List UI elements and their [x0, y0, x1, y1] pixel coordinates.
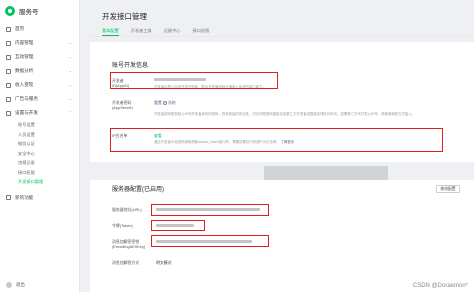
help-icon[interactable]: [162, 100, 167, 105]
sidebar-subitem-permissions[interactable]: 接口权限: [0, 168, 79, 178]
sidebar-item-label: 互动管理: [15, 54, 34, 59]
sidebar-item-home[interactable]: 首页: [0, 22, 79, 36]
encrypt-mode-value: 明文模式: [156, 260, 172, 265]
chevron-up-icon: ⌃: [68, 110, 72, 115]
tab-bar: 基本配置 开发者工具 运维中心 接口权限: [90, 24, 474, 37]
user-row[interactable]: 退出: [6, 282, 25, 288]
sidebar-subitem-dev-interface[interactable]: 开发接口管理: [0, 177, 79, 187]
highlight-appid: [110, 72, 278, 89]
sidebar-item-label: 新的功能: [15, 194, 34, 200]
tab-ops-center[interactable]: 运维中心: [164, 24, 181, 36]
highlight-aes-key: [151, 235, 269, 247]
page-title: 开发接口管理: [102, 12, 147, 21]
edit-config-button[interactable]: 修改配置: [436, 185, 460, 193]
home-icon: [6, 26, 11, 32]
sidebar-item-settings[interactable]: 设置与开发 ⌃: [0, 106, 79, 120]
highlight-server-url: [151, 204, 269, 216]
sidebar-item-label: 广告与服务: [15, 96, 38, 101]
highlight-token: [151, 220, 205, 231]
tab-api-permissions[interactable]: 接口权限: [192, 24, 209, 36]
sidebar-item-new-features[interactable]: 新的功能: [0, 191, 79, 205]
sidebar-item-label: 内容管理: [15, 40, 34, 45]
sidebar-subitem-verify[interactable]: 微信认证: [0, 139, 79, 149]
plus-icon: [6, 195, 11, 200]
money-icon: [6, 82, 11, 88]
chevron-down-icon: ⌄: [68, 54, 72, 59]
server-url-label: 服务器地址(URL): [112, 207, 142, 212]
sidebar-subitem-account[interactable]: 账号设置: [0, 120, 79, 130]
sidebar-item-monetize[interactable]: 收入变现 ⌄: [0, 78, 79, 92]
wechat-logo-icon: [5, 6, 15, 16]
encrypt-mode-label: 消息加解密方式: [112, 260, 140, 265]
brand-name: 服务号: [19, 9, 39, 16]
content-icon: [6, 40, 11, 46]
sidebar: 服务号 首页 内容管理 ⌄ 互动管理 ⌄ 数据分析 ⌄ 收入变现 ⌄ 广告与服务 ⌄ 设置…: [0, 0, 80, 292]
secret-note: 开发者密码是校验公众号开发者身份的密码，具有极高的安全性。切记勿把密码直接交给第…: [154, 112, 416, 116]
brand-logo[interactable]: 服务号: [0, 0, 79, 22]
highlight-ip-whitelist: [110, 128, 443, 152]
secret-label: 开发者密码(AppSecret): [112, 100, 133, 110]
section-title: 服务器配置(已启用): [112, 187, 164, 193]
tab-dev-tools[interactable]: 开发者工具: [131, 24, 152, 36]
sidebar-subitem-staff[interactable]: 人员设置: [0, 130, 79, 140]
watermark: CSDN @Doraemon*: [412, 283, 468, 289]
sidebar-item-ads[interactable]: 广告与服务 ⌄: [0, 92, 79, 106]
chevron-down-icon: ⌄: [68, 68, 72, 73]
ad-icon: [6, 96, 11, 102]
server-config-card: 服务器配置(已启用) 服务器地址(URL) 令牌(Token) 消息加解密密钥(…: [90, 180, 474, 292]
avatar: [6, 282, 12, 288]
sidebar-subitem-violations[interactable]: 违规记录: [0, 158, 79, 168]
reset-secret-link[interactable]: 重置: [154, 100, 162, 105]
sidebar-item-analytics[interactable]: 数据分析 ⌄: [0, 64, 79, 78]
aes-key-label: 消息加解密密钥(EncodingAESKey): [112, 239, 146, 249]
freeze-secret-link[interactable]: 冻结: [168, 100, 176, 105]
sidebar-item-label: 数据分析: [15, 68, 34, 73]
sidebar-subitem-security[interactable]: 安全中心: [0, 149, 79, 159]
logout-label: 退出: [16, 282, 25, 287]
sidebar-item-label: 收入变现: [15, 82, 34, 87]
chevron-down-icon: ⌄: [68, 96, 72, 101]
section-title: 账号开发信息: [112, 63, 149, 69]
sidebar-item-interaction[interactable]: 互动管理 ⌄: [0, 50, 79, 64]
gear-icon: [6, 110, 11, 116]
secret-actions: 重置 冻结: [154, 100, 176, 106]
sidebar-item-content[interactable]: 内容管理 ⌄: [0, 36, 79, 50]
chevron-down-icon: ⌄: [68, 40, 72, 45]
toast-banner: [264, 166, 388, 180]
chevron-down-icon: ⌄: [68, 82, 72, 87]
token-label: 令牌(Token): [112, 223, 133, 228]
chat-icon: [6, 54, 11, 60]
chart-icon: [6, 68, 11, 74]
sidebar-item-label: 设置与开发: [15, 110, 38, 115]
tab-basic-config[interactable]: 基本配置: [102, 24, 119, 36]
sidebar-item-label: 首页: [15, 26, 25, 31]
